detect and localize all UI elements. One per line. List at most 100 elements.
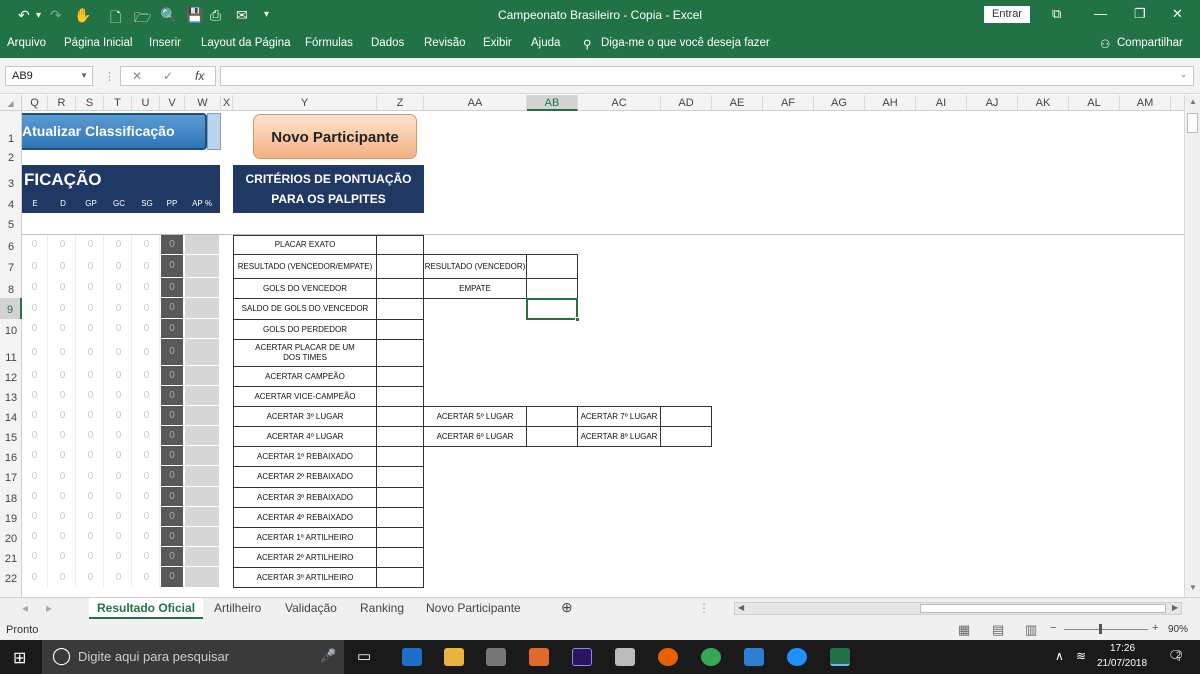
expand-formula-icon[interactable]: ⌄ xyxy=(1180,70,1187,79)
stat-zero-cell[interactable]: 0 xyxy=(78,386,104,406)
stat-zero-cell[interactable]: 0 xyxy=(50,298,76,319)
stat-zero-cell[interactable]: 0 xyxy=(106,298,132,319)
taskbar-search[interactable]: Digite aqui para pesquisar xyxy=(42,640,344,674)
col-header[interactable]: Z xyxy=(377,95,424,111)
tab-next-icon[interactable]: ▸ xyxy=(46,601,52,615)
col-header[interactable]: S xyxy=(76,95,104,111)
clock-time[interactable]: 17:26 xyxy=(1110,643,1135,654)
formula-input[interactable]: ⌄ xyxy=(220,66,1194,86)
function-icon[interactable]: fx xyxy=(195,67,204,85)
tab-inserir[interactable]: Inserir xyxy=(149,37,181,49)
sheet-tab-resultado-oficial[interactable]: Resultado Oficial xyxy=(89,598,204,619)
stat-zero-cell[interactable]: 0 xyxy=(134,446,160,466)
stat-zero-cell[interactable]: 0 xyxy=(50,527,76,547)
col-header[interactable]: AA xyxy=(424,95,527,111)
ribbon-display-icon[interactable]: ⧉ xyxy=(1052,6,1061,22)
pp-cell[interactable]: 0 xyxy=(161,487,183,506)
col-header[interactable]: V xyxy=(160,95,185,111)
row-header[interactable]: 14 xyxy=(0,406,22,426)
select-all-corner[interactable]: ◢ xyxy=(0,95,22,111)
row-header[interactable]: 16 xyxy=(0,446,22,466)
stat-zero-cell[interactable]: 0 xyxy=(50,507,76,527)
stat-zero-cell[interactable]: 0 xyxy=(106,527,132,547)
vertical-scrollbar[interactable]: ▲ ▼ xyxy=(1184,95,1200,597)
tab-ajuda[interactable]: Ajuda xyxy=(531,37,560,49)
page-layout-icon[interactable]: ▤ xyxy=(992,622,1004,638)
stat-zero-cell[interactable]: 0 xyxy=(22,319,48,339)
col-header[interactable]: AF xyxy=(763,95,814,111)
stat-zero-cell[interactable]: 0 xyxy=(78,487,104,507)
stat-zero-cell[interactable]: 0 xyxy=(50,386,76,406)
criteria-cell[interactable]: ACERTAR 8º LUGAR xyxy=(577,426,661,447)
stat-zero-cell[interactable]: 0 xyxy=(106,339,132,366)
ap-cell[interactable] xyxy=(185,319,219,338)
pp-cell[interactable]: 0 xyxy=(161,366,183,385)
criteria-cell[interactable]: ACERTAR 3º REBAIXADO xyxy=(233,487,377,508)
points-cell[interactable] xyxy=(376,366,424,387)
stat-zero-cell[interactable]: 0 xyxy=(50,319,76,339)
col-header[interactable]: U xyxy=(132,95,160,111)
pp-cell[interactable]: 0 xyxy=(161,547,183,566)
col-header[interactable]: AD xyxy=(661,95,712,111)
stat-zero-cell[interactable]: 0 xyxy=(78,298,104,319)
enter-icon[interactable]: ✓ xyxy=(163,67,173,85)
stat-zero-cell[interactable]: 0 xyxy=(22,278,48,298)
stat-zero-cell[interactable]: 0 xyxy=(22,255,48,278)
stat-zero-cell[interactable]: 0 xyxy=(78,366,104,386)
selected-cell[interactable] xyxy=(526,298,578,320)
row-header-selected[interactable]: 9 xyxy=(0,298,22,319)
stat-zero-cell[interactable]: 0 xyxy=(22,339,48,366)
criteria-cell[interactable]: GOLS DO PERDEDOR xyxy=(233,319,377,340)
stat-zero-cell[interactable]: 0 xyxy=(22,235,48,255)
ap-cell[interactable] xyxy=(185,547,219,566)
stat-zero-cell[interactable]: 0 xyxy=(22,298,48,319)
criteria-cell[interactable]: RESULTADO (VENCEDOR/EMPATE) xyxy=(233,254,377,279)
scroll-left-icon[interactable]: ◀ xyxy=(738,603,744,612)
stat-zero-cell[interactable]: 0 xyxy=(78,426,104,446)
stat-zero-cell[interactable]: 0 xyxy=(50,278,76,298)
stat-zero-cell[interactable]: 0 xyxy=(134,426,160,446)
sign-in-button[interactable]: Entrar xyxy=(984,6,1030,23)
stat-zero-cell[interactable]: 0 xyxy=(50,426,76,446)
stat-zero-cell[interactable]: 0 xyxy=(78,547,104,567)
ap-cell[interactable] xyxy=(185,255,219,277)
row-header[interactable]: 6 xyxy=(0,235,22,255)
criteria-cell[interactable]: PLACAR EXATO xyxy=(233,235,377,255)
tab-exibir[interactable]: Exibir xyxy=(483,37,512,49)
stat-zero-cell[interactable]: 0 xyxy=(22,487,48,507)
ap-cell[interactable] xyxy=(185,235,219,254)
tab-dados[interactable]: Dados xyxy=(371,37,404,49)
points-cell[interactable] xyxy=(526,278,578,299)
points-cell[interactable] xyxy=(376,466,424,488)
stat-zero-cell[interactable]: 0 xyxy=(134,339,160,366)
stat-zero-cell[interactable]: 0 xyxy=(134,235,160,255)
stat-zero-cell[interactable]: 0 xyxy=(106,446,132,466)
points-cell[interactable] xyxy=(376,254,424,279)
scroll-thumb[interactable] xyxy=(1187,113,1198,133)
criteria-cell[interactable]: ACERTAR 4º REBAIXADO xyxy=(233,507,377,528)
stat-zero-cell[interactable]: 0 xyxy=(106,567,132,588)
col-header[interactable]: AM xyxy=(1120,95,1171,111)
excel-icon[interactable] xyxy=(830,648,850,666)
ap-cell[interactable] xyxy=(185,386,219,405)
stat-zero-cell[interactable]: 0 xyxy=(22,406,48,426)
zoom-slider[interactable] xyxy=(1064,629,1148,630)
pp-cell[interactable]: 0 xyxy=(161,426,183,445)
col-header[interactable]: R xyxy=(48,95,76,111)
row-header[interactable]: 8 xyxy=(0,278,22,298)
scroll-down-icon[interactable]: ▼ xyxy=(1189,583,1197,592)
ap-cell[interactable] xyxy=(185,487,219,506)
stat-zero-cell[interactable]: 0 xyxy=(134,278,160,298)
col-header[interactable]: AI xyxy=(916,95,967,111)
stat-zero-cell[interactable]: 0 xyxy=(50,406,76,426)
microphone-icon[interactable]: 🎤 xyxy=(320,648,336,664)
sheet-tab-validacao[interactable]: Validação xyxy=(285,601,337,615)
novo-participante-button[interactable]: Novo Participante xyxy=(253,114,417,159)
add-sheet-icon[interactable]: ⊕ xyxy=(561,599,573,616)
points-cell[interactable] xyxy=(376,426,424,447)
stat-zero-cell[interactable]: 0 xyxy=(78,406,104,426)
windows-start-icon[interactable]: ⊞ xyxy=(13,648,26,668)
stat-zero-cell[interactable]: 0 xyxy=(22,507,48,527)
chevron-down-icon[interactable]: ▼ xyxy=(80,67,88,85)
tell-me-input[interactable]: Diga-me o que você deseja fazer xyxy=(601,37,770,49)
